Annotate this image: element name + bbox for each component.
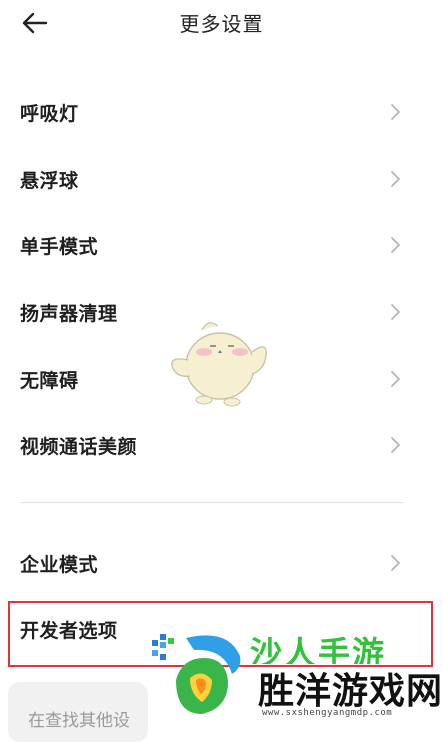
chevron-right-icon <box>391 371 400 387</box>
chevron-right-icon <box>391 104 400 120</box>
menu-item-breathing-light[interactable]: 呼吸灯 <box>0 87 420 137</box>
watermark-site-name: 胜洋游戏网 <box>258 671 443 712</box>
search-suggestion-text: 在查找其他设 <box>28 711 130 731</box>
menu-item-enterprise-mode[interactable]: 企业模式 <box>0 538 420 588</box>
section-divider <box>20 502 404 503</box>
menu-item-label: 悬浮球 <box>20 170 79 192</box>
menu-item-label: 扬声器清理 <box>20 303 118 325</box>
watermark-brand: 沙人手游 <box>250 634 387 664</box>
menu-item-label: 单手模式 <box>20 236 99 258</box>
page-title: 更多设置 <box>179 12 264 36</box>
site-logo-icon <box>152 634 241 714</box>
mascot-watermark-icon <box>171 322 267 407</box>
menu-item-label: 呼吸灯 <box>20 103 79 125</box>
menu-item-one-hand-mode[interactable]: 单手模式 <box>0 220 420 270</box>
menu-item-label: 企业模式 <box>20 554 99 576</box>
top-bar: 更多设置 <box>0 0 443 46</box>
menu-item-label: 无障碍 <box>20 370 79 392</box>
menu-item-video-call-beauty[interactable]: 视频通话美颜 <box>0 420 420 470</box>
watermark-url: www.sxshengyangmdp.com <box>262 708 393 718</box>
chevron-right-icon <box>391 555 400 571</box>
chevron-right-icon <box>391 237 400 253</box>
chevron-right-icon <box>391 304 400 320</box>
menu-item-floating-ball[interactable]: 悬浮球 <box>0 154 420 204</box>
chevron-right-icon <box>391 437 400 453</box>
menu-item-label: 视频通话美颜 <box>20 436 138 458</box>
chevron-right-icon <box>391 171 400 187</box>
